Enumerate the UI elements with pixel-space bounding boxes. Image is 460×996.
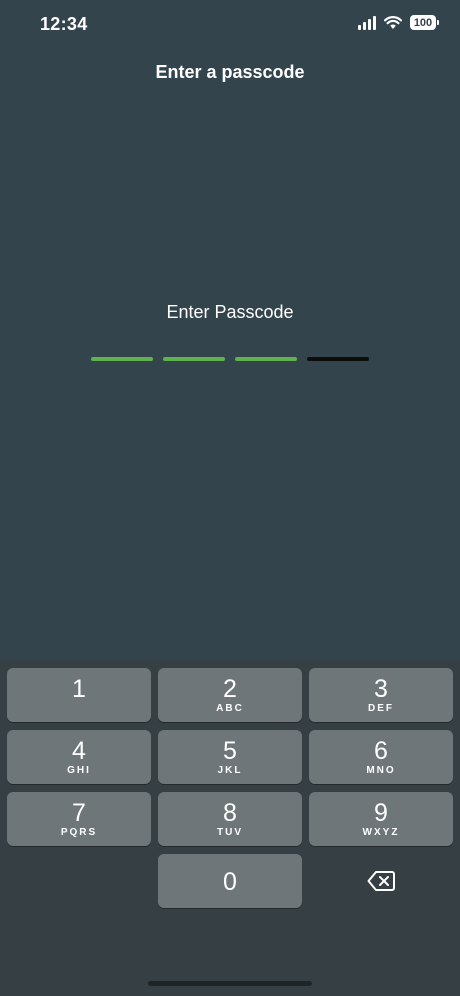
delete-button[interactable] <box>309 854 453 908</box>
passcode-digit-indicator <box>91 357 153 361</box>
passcode-digit-indicator <box>307 357 369 361</box>
key-8[interactable]: 8 TUV <box>158 792 302 846</box>
key-letters-spacer <box>77 703 82 715</box>
key-letters: MNO <box>366 764 396 776</box>
key-letters: PQRS <box>60 826 98 838</box>
key-digit: 5 <box>223 736 237 765</box>
wifi-icon <box>384 15 402 29</box>
key-digit: 2 <box>223 674 237 703</box>
key-9[interactable]: 9 WXYZ <box>309 792 453 846</box>
battery-icon: 100 <box>410 15 439 30</box>
status-icons: 100 <box>358 15 439 30</box>
numeric-keypad: 1 2 ABC 3 DEF 4 GHI 5 JKL 6 MNO 7 PQRS 8 TUV 9 WXYZ 0 <box>0 660 460 996</box>
key-digit: 0 <box>223 868 237 896</box>
key-3[interactable]: 3 DEF <box>309 668 453 722</box>
key-digit: 1 <box>72 674 86 703</box>
key-6[interactable]: 6 MNO <box>309 730 453 784</box>
status-time: 12:34 <box>40 14 88 34</box>
key-digit: 7 <box>72 798 86 827</box>
passcode-prompt: Enter Passcode <box>166 302 294 322</box>
key-digit: 3 <box>374 674 388 703</box>
status-bar: 12:34 100 <box>0 0 460 50</box>
passcode-screen: 12:34 100 Enter a passcode Enter Passcod… <box>0 0 460 996</box>
home-indicator[interactable] <box>148 981 312 986</box>
key-7[interactable]: 7 PQRS <box>7 792 151 846</box>
key-2[interactable]: 2 ABC <box>158 668 302 722</box>
passcode-digit-indicator <box>235 357 297 361</box>
key-digit: 9 <box>374 798 388 827</box>
key-letters: ABC <box>216 702 244 714</box>
key-4[interactable]: 4 GHI <box>7 730 151 784</box>
key-0[interactable]: 0 <box>158 854 302 908</box>
key-letters: JKL <box>217 764 243 776</box>
key-letters: TUV <box>217 826 243 838</box>
key-letters: GHI <box>67 764 91 776</box>
key-1[interactable]: 1 <box>7 668 151 722</box>
passcode-digit-indicator <box>163 357 225 361</box>
key-digit: 6 <box>374 736 388 765</box>
passcode-indicator <box>91 357 369 361</box>
key-letters: WXYZ <box>362 826 400 838</box>
cellular-signal-icon <box>358 15 376 30</box>
delete-backspace-icon <box>367 871 395 891</box>
page-title: Enter a passcode <box>155 62 305 82</box>
key-digit: 8 <box>223 798 237 827</box>
key-letters: DEF <box>368 702 394 714</box>
key-digit: 4 <box>72 736 86 765</box>
key-5[interactable]: 5 JKL <box>158 730 302 784</box>
